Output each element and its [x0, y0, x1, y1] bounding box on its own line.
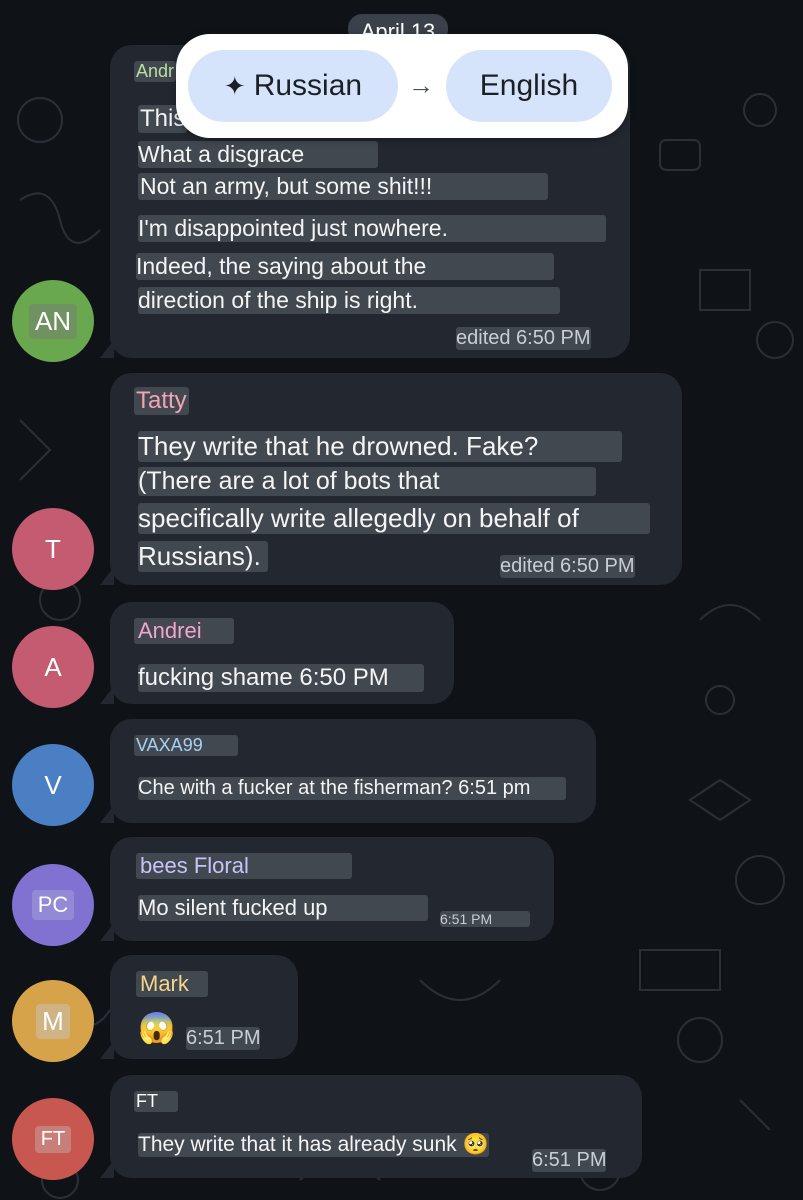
message-line: fucking shame 6:50 PM: [138, 664, 424, 692]
message-line: I'm disappointed just nowhere.: [138, 215, 606, 242]
message-timestamp: 6:51 PM: [186, 1027, 261, 1050]
message-line: Mo silent fucked up: [138, 895, 428, 921]
message-line: What a disgrace: [138, 141, 378, 168]
message-timestamp: 6:51 PM: [532, 1149, 607, 1172]
message-line: specifically write allegedly on behalf o…: [138, 503, 650, 534]
sender-name[interactable]: Andrei: [134, 618, 234, 644]
message-bubble[interactable]: Andrei fucking shame 6:50 PM: [100, 602, 454, 704]
message-timestamp: edited 6:50 PM: [500, 555, 635, 578]
avatar[interactable]: FT: [12, 1098, 94, 1180]
source-language-label: Russian: [253, 69, 363, 102]
sender-name[interactable]: FT: [134, 1091, 178, 1112]
avatar[interactable]: A: [12, 626, 94, 708]
message-timestamp: edited 6:50 PM: [456, 327, 591, 350]
message-timestamp: 6:51 PM: [440, 911, 530, 927]
sender-name[interactable]: Andr: [134, 61, 177, 82]
message-bubble[interactable]: Tatty They write that he drowned. Fake? …: [100, 373, 682, 585]
message-line: Russians).: [138, 541, 268, 572]
message-bubble[interactable]: FT They write that it has already sunk 🥺…: [100, 1075, 642, 1178]
sender-name[interactable]: VAXA99: [134, 735, 238, 756]
avatar[interactable]: T: [12, 508, 94, 590]
message-line: Not an army, but some shit!!!: [138, 173, 548, 200]
arrow-right-icon: →: [408, 70, 434, 100]
message-line: direction of the ship is right.: [138, 287, 560, 314]
screaming-face-emoji: 😱: [138, 1012, 176, 1045]
message-line: Che with a fucker at the fisherman? 6:51…: [138, 777, 566, 800]
avatar[interactable]: PC: [12, 864, 94, 946]
target-language-button[interactable]: English: [446, 50, 612, 122]
sender-name[interactable]: bees Floral: [136, 853, 352, 879]
message-line: They write that he drowned. Fake?: [138, 431, 622, 462]
message-line: They write that it has already sunk 🥺: [138, 1133, 489, 1157]
sender-name[interactable]: Mark: [136, 971, 208, 997]
sparkle-icon: ✦: [223, 70, 246, 101]
message-line: Indeed, the saying about the: [136, 253, 554, 280]
sender-name[interactable]: Tatty: [134, 387, 189, 415]
message-bubble[interactable]: Mark 😱 6:51 PM: [100, 955, 298, 1059]
avatar[interactable]: V: [12, 744, 94, 826]
message-bubble[interactable]: VAXA99 Che with a fucker at the fisherma…: [100, 719, 596, 823]
message-line: (There are a lot of bots that: [138, 467, 596, 496]
avatar[interactable]: M: [12, 980, 94, 1062]
translate-bar: ✦ Russian → English: [176, 34, 628, 138]
message-bubble[interactable]: bees Floral Mo silent fucked up 6:51 PM: [100, 837, 554, 941]
avatar[interactable]: AN: [12, 280, 94, 362]
source-language-button[interactable]: ✦ Russian: [188, 50, 398, 122]
target-language-label: English: [479, 69, 579, 102]
